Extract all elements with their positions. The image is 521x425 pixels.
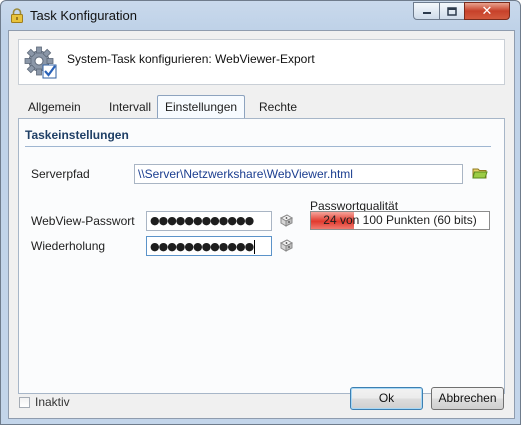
header-description: System-Task konfigurieren: WebViewer-Exp… xyxy=(67,52,315,66)
ok-button[interactable]: Ok xyxy=(350,387,423,410)
settings-tab-panel: Taskeinstellungen Serverpfad \\Server\Ne… xyxy=(18,118,505,394)
folder-browse-icon[interactable] xyxy=(472,165,488,181)
title-bar[interactable]: Task Konfiguration ✕ xyxy=(1,1,520,30)
text-caret xyxy=(254,239,256,254)
dialog-client-area: System-Task konfigurieren: WebViewer-Exp… xyxy=(8,30,515,419)
tab-allgemein[interactable]: Allgemein xyxy=(21,98,88,116)
server-path-field[interactable]: \\Server\Netzwerkshare\WebViewer.html xyxy=(134,164,463,184)
repeat-password-field[interactable]: ●●●●●●●●●●●● xyxy=(146,236,272,256)
minimize-button[interactable] xyxy=(413,2,440,20)
window-title: Task Konfiguration xyxy=(30,8,137,23)
inactive-label: Inaktiv xyxy=(35,395,70,409)
password-quality-text: 24 von 100 Punkten (60 bits) xyxy=(323,213,477,227)
server-path-label: Serverpfad xyxy=(31,167,90,181)
tab-intervall[interactable]: Intervall xyxy=(102,98,158,116)
close-button[interactable]: ✕ xyxy=(464,2,510,20)
tab-einstellungen[interactable]: Einstellungen xyxy=(157,95,246,118)
inactive-checkbox[interactable] xyxy=(19,396,30,408)
tab-strip: Allgemein Intervall Einstellungen Rechte xyxy=(18,94,503,118)
minimize-icon xyxy=(422,12,431,14)
password-field[interactable]: ●●●●●●●●●●●● xyxy=(146,211,272,231)
tab-rechte[interactable]: Rechte xyxy=(252,98,304,116)
dice-icon[interactable] xyxy=(278,212,294,228)
dice-icon[interactable] xyxy=(278,237,294,253)
section-title: Taskeinstellungen xyxy=(25,128,129,142)
dialog-window: Task Konfiguration ✕ System-Task konfigu… xyxy=(0,0,521,425)
password-quality-bar: 24 von 100 Punkten (60 bits) xyxy=(310,211,490,230)
repeat-password-dots: ●●●●●●●●●●●● xyxy=(150,240,254,253)
repeat-password-label: Wiederholung xyxy=(31,239,106,253)
inactive-checkbox-row[interactable]: Inaktiv xyxy=(19,394,70,410)
close-icon: ✕ xyxy=(481,3,493,19)
section-divider xyxy=(25,146,491,147)
password-label: WebView-Passwort xyxy=(31,214,135,228)
cancel-button[interactable]: Abbrechen xyxy=(431,387,504,410)
maximize-button[interactable] xyxy=(439,2,465,20)
header-panel: System-Task konfigurieren: WebViewer-Exp… xyxy=(18,39,505,85)
gear-check-icon xyxy=(24,46,57,79)
lock-icon xyxy=(11,8,23,23)
maximize-icon xyxy=(447,6,457,16)
